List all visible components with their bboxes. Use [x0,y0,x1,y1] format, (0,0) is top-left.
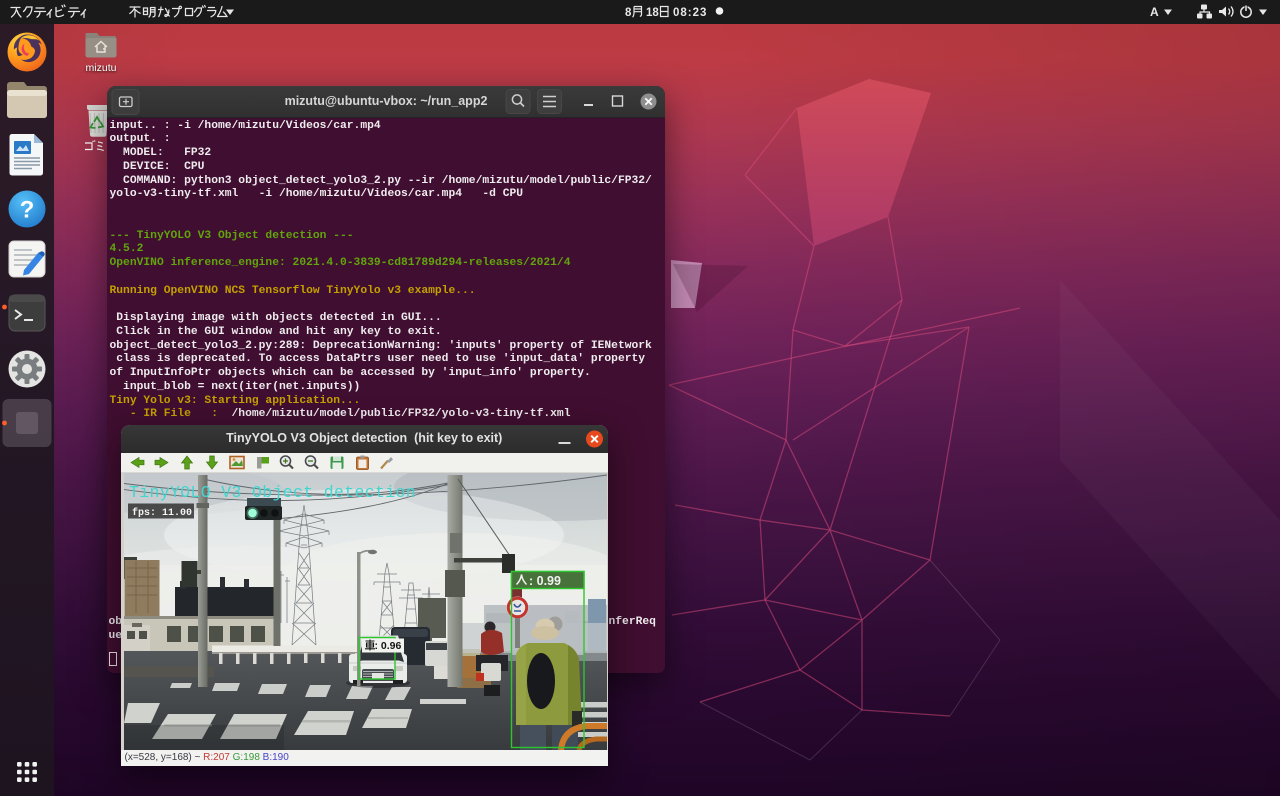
svg-text:?: ? [20,197,35,224]
svg-text:A: A [1150,5,1159,19]
svg-text:18: 18 [646,7,659,19]
svg-text:08:23: 08:23 [673,7,707,19]
svg-text:8: 8 [625,7,632,19]
svg-text:: 0.99: : 0.99 [529,574,561,588]
svg-text:TinyYOLO V3 Object detection: TinyYOLO V3 Object detection [129,483,416,502]
svg-text:: 0.96: : 0.96 [374,640,401,652]
svg-text:fps: 11.00: fps: 11.00 [132,507,192,519]
